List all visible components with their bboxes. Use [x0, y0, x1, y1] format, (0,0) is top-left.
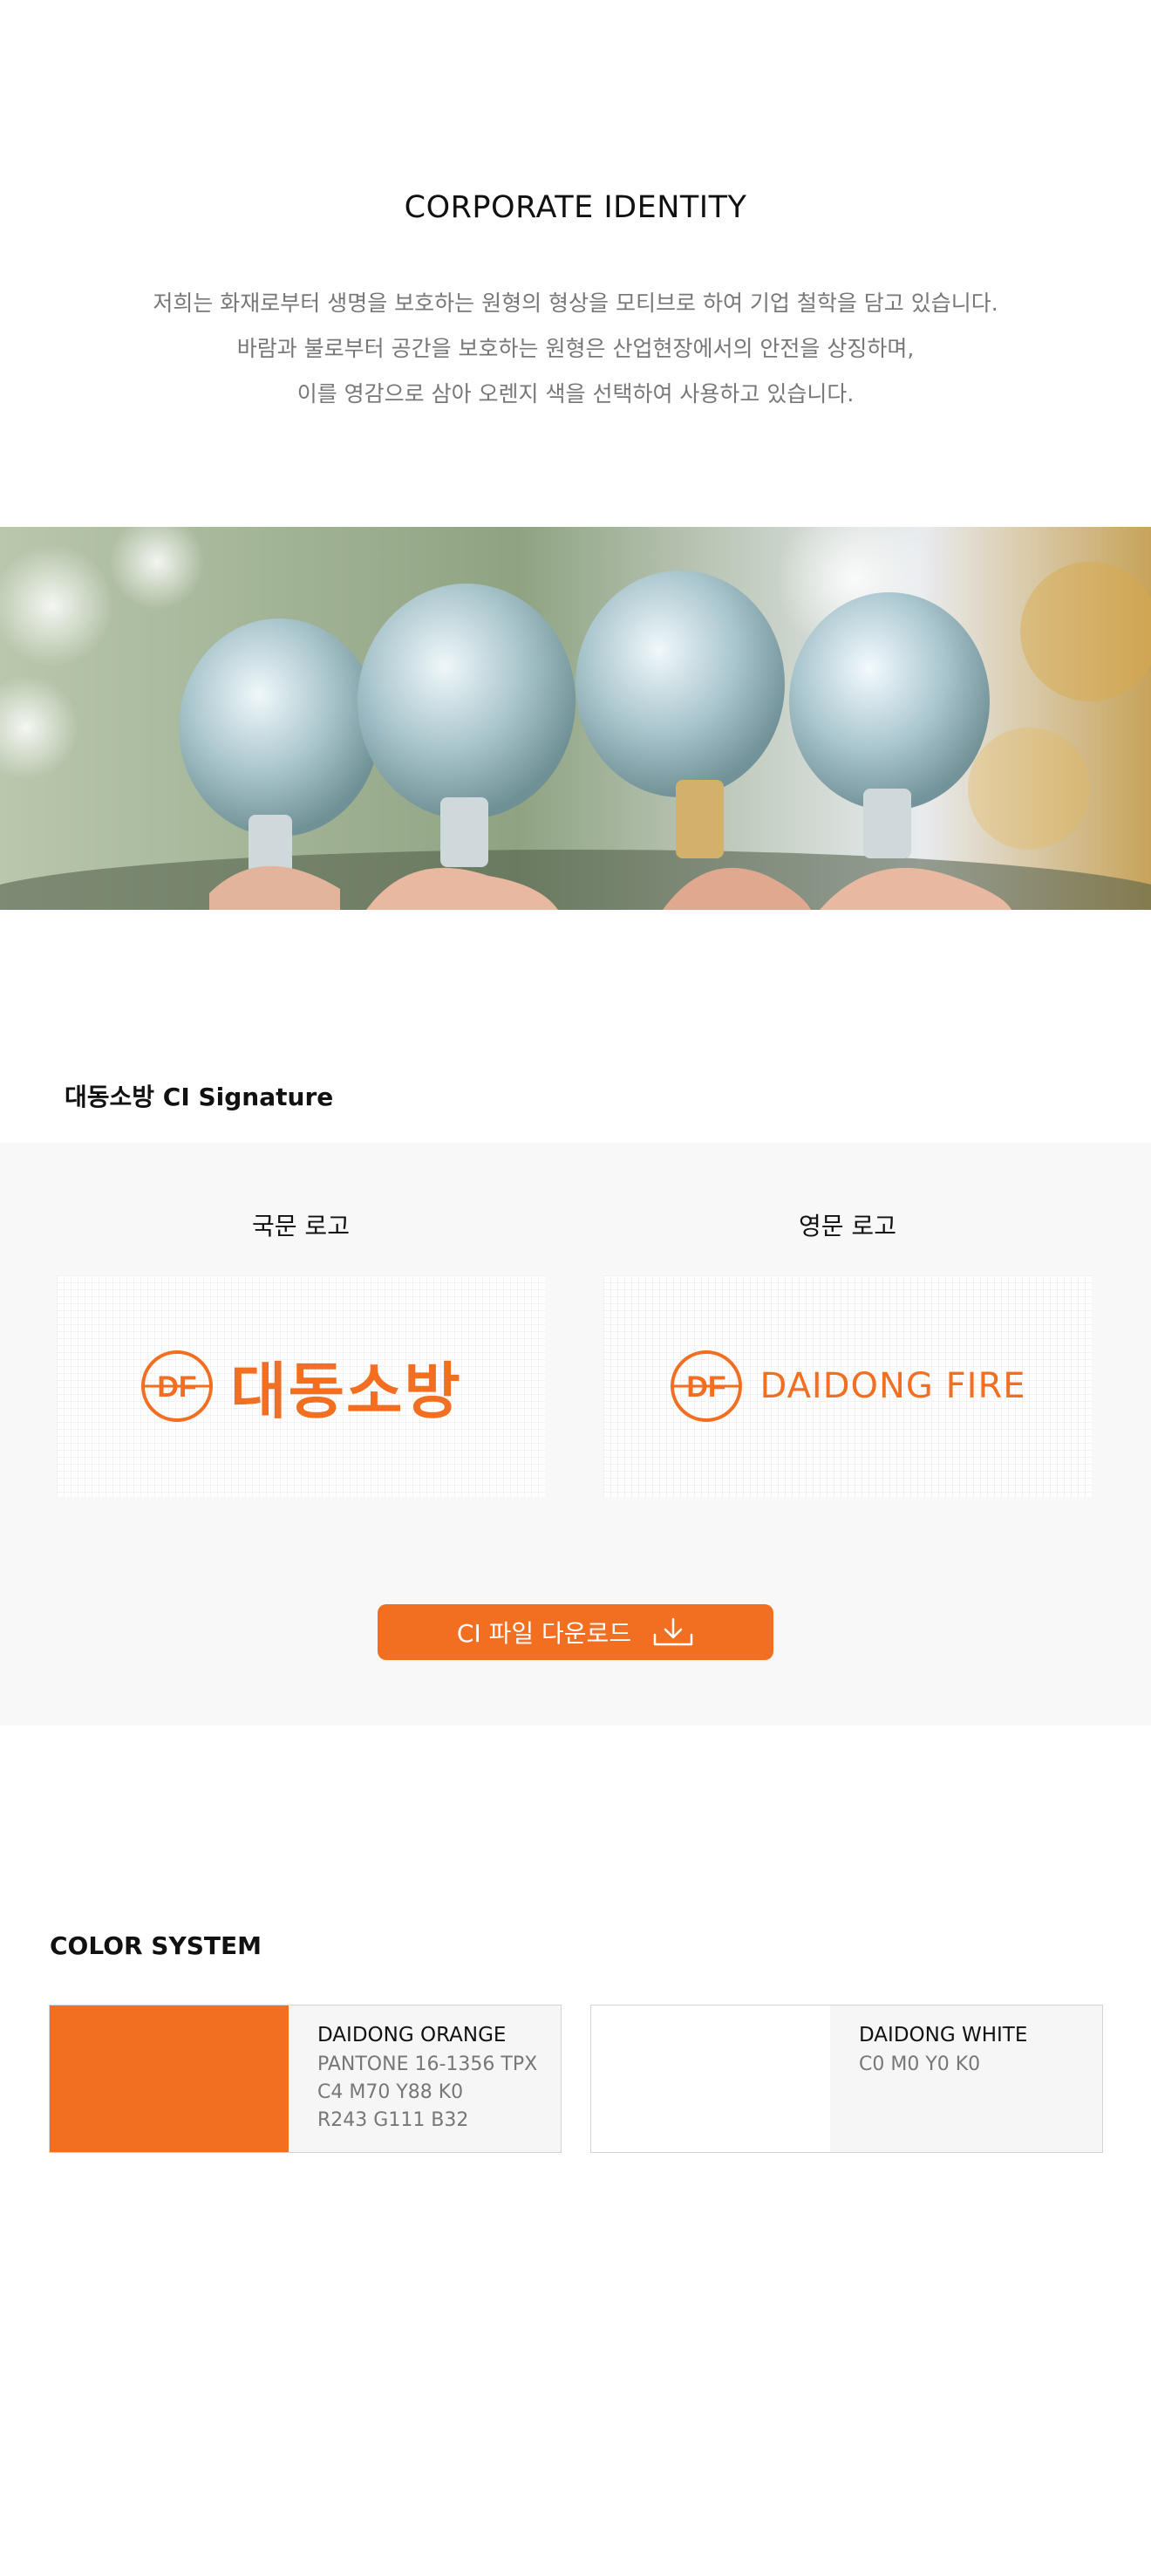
intro-line: 바람과 불로부터 공간을 보호하는 원형은 산업현장에서의 안전을 상징하며,: [236, 336, 915, 361]
color-spec: PANTONE 16-1356 TPX: [317, 2053, 538, 2075]
svg-text:DF: DF: [687, 1370, 726, 1404]
color-swatch-orange: [50, 2005, 289, 2152]
hero-image-light-bulbs: [0, 527, 1151, 910]
ci-download-label: CI 파일 다운로드: [456, 1619, 632, 1648]
color-spec: R243 G111 B32: [317, 2109, 469, 2131]
korean-logo-label: 국문 로고: [252, 1212, 350, 1240]
color-system-title: COLOR SYSTEM: [50, 1931, 262, 1960]
ci-download-button[interactable]: CI 파일 다운로드: [378, 1604, 773, 1660]
color-spec: C0 M0 Y0 K0: [859, 2053, 981, 2075]
english-logo: DF DAIDONG FIRE: [603, 1275, 1092, 1497]
color-info: DAIDONG ORANGE PANTONE 16-1356 TPX C4 M7…: [317, 2019, 537, 2135]
english-logo-name: DAIDONG FIRE: [759, 1366, 1026, 1406]
color-spec: C4 M70 Y88 K0: [317, 2081, 464, 2103]
svg-text:DF: DF: [158, 1370, 197, 1404]
page-title: CORPORATE IDENTITY: [404, 190, 747, 225]
ci-signature-title: 대동소방 CI Signature: [65, 1083, 334, 1111]
color-name: DAIDONG WHITE: [859, 2024, 1028, 2046]
df-logo-icon: DF: [141, 1350, 214, 1422]
color-name: DAIDONG ORANGE: [317, 2024, 507, 2046]
color-card-orange: DAIDONG ORANGE PANTONE 16-1356 TPX C4 M7…: [49, 2005, 562, 2153]
ci-signature-panel: 국문 로고 DF 대동소방 영문 로고 DF DAIDONG FIRE CI 파…: [0, 1143, 1151, 1725]
korean-logo-name: 대동소방: [230, 1355, 462, 1427]
intro-line: 이를 영감으로 삼아 오렌지 색을 선택하여 사용하고 있습니다.: [296, 381, 855, 407]
download-icon: [653, 1617, 693, 1646]
color-swatch-white: [591, 2005, 830, 2152]
english-logo-label: 영문 로고: [799, 1212, 896, 1240]
intro-description: 저희는 화재로부터 생명을 보호하는 원형의 형상을 모티브로 하여 기업 철학…: [0, 281, 1151, 417]
df-logo-icon: DF: [671, 1350, 743, 1422]
light-bulbs-illustration: [0, 527, 1151, 910]
intro-line: 저희는 화재로부터 생명을 보호하는 원형의 형상을 모티브로 하여 기업 철학…: [153, 290, 998, 316]
intro-section: CORPORATE IDENTITY 저희는 화재로부터 생명을 보호하는 원형…: [0, 0, 1151, 527]
color-card-white: DAIDONG WHITE C0 M0 Y0 K0: [590, 2005, 1103, 2153]
korean-logo: DF 대동소방: [57, 1275, 545, 1497]
color-info: DAIDONG WHITE C0 M0 Y0 K0: [859, 2019, 1027, 2079]
